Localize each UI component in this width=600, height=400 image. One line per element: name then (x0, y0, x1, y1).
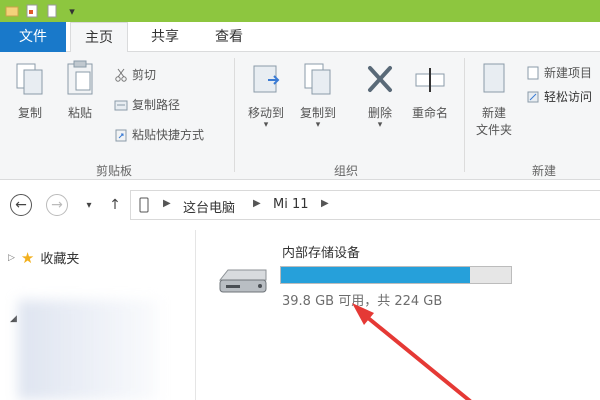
delete-icon (364, 58, 396, 98)
expand-arrow-icon[interactable]: ◢ (10, 314, 17, 324)
tab-home[interactable]: 主页 (70, 22, 128, 53)
easy-access-button[interactable]: 轻松访问 (526, 88, 592, 105)
organize-group-label: 组织 (334, 164, 359, 178)
quick-access-toolbar: ▾ (4, 0, 80, 22)
recent-locations-button[interactable]: ▾ (78, 194, 100, 216)
copy-path-icon (114, 98, 128, 112)
blurred-nav-items (18, 300, 158, 400)
clipboard-group-label: 剪贴板 (96, 164, 133, 178)
breadcrumb-device[interactable]: Mi 11 (273, 197, 309, 212)
delete-button[interactable]: 删除 ▾ (358, 58, 402, 130)
rename-label: 重命名 (411, 106, 448, 120)
navigation-pane: ▷ ★ 收藏夹 ◢ (0, 230, 196, 400)
new-folder-icon (478, 58, 510, 98)
easy-access-icon (526, 90, 540, 104)
tab-file[interactable]: 文件 (0, 22, 66, 52)
scissors-icon (114, 68, 128, 82)
delete-label: 删除 (367, 106, 392, 120)
move-to-label: 移动到 (247, 106, 284, 120)
storage-progress-fill (281, 267, 471, 283)
tab-share[interactable]: 共享 (140, 22, 190, 52)
copy-to-button[interactable]: 复制到 ▾ (296, 58, 340, 130)
copy-button[interactable]: 复制 (8, 58, 52, 121)
copy-to-dropdown-icon: ▾ (315, 120, 321, 130)
title-bar: ▾ (0, 0, 600, 22)
drive-icon (216, 266, 270, 303)
drive-name: 内部存储设备 (282, 246, 361, 261)
paste-label: 粘贴 (67, 106, 92, 120)
forward-button[interactable]: → (46, 194, 68, 216)
new-folder-label-line2: 文件夹 (475, 123, 512, 137)
expand-arrow-icon[interactable]: ▷ (8, 253, 15, 263)
paste-button[interactable]: 粘贴 (58, 58, 102, 121)
new-folder-icon[interactable] (44, 2, 60, 20)
breadcrumb-this-pc[interactable]: 这台电脑 (183, 197, 235, 216)
delete-dropdown-icon: ▾ (377, 120, 383, 130)
customize-dropdown-icon[interactable]: ▾ (64, 2, 80, 20)
rename-icon (414, 58, 446, 98)
phone-icon (139, 197, 149, 216)
move-to-button[interactable]: 移动到 ▾ (244, 58, 288, 130)
red-arrow-annotation (352, 303, 472, 400)
back-button[interactable]: ← (10, 194, 32, 216)
paste-shortcut-icon (114, 128, 128, 142)
copy-to-label: 复制到 (299, 106, 336, 120)
group-divider (464, 58, 465, 172)
rename-button[interactable]: 重命名 (408, 58, 452, 121)
up-button[interactable]: ↑ (104, 194, 126, 216)
copy-to-icon (302, 58, 334, 98)
new-group-label: 新建 (532, 164, 557, 178)
back-arrow-icon: ← (15, 197, 27, 213)
forward-arrow-icon: → (51, 197, 63, 213)
new-item-button[interactable]: 新建项目 (526, 64, 592, 81)
new-item-label: 新建项目 (544, 66, 593, 80)
favorites-label: 收藏夹 (40, 252, 80, 267)
group-divider (234, 58, 235, 172)
ribbon-home: 复制 粘贴 剪切 复制路径 粘贴快捷方式 剪贴板 移动到 ▾ 复制到 ▾ 删除 … (0, 52, 600, 180)
new-folder-label-line1: 新建 (481, 106, 506, 120)
up-arrow-icon: ↑ (109, 197, 121, 213)
breadcrumb-separator-icon[interactable]: ▶ (253, 198, 261, 209)
star-icon: ★ (20, 248, 35, 267)
copy-path-button[interactable]: 复制路径 (114, 96, 180, 113)
storage-progress-bar (280, 266, 512, 284)
copy-path-label: 复制路径 (132, 98, 181, 112)
breadcrumb-separator-icon[interactable]: ▶ (163, 198, 171, 209)
cut-label: 剪切 (132, 68, 157, 82)
folder-icon[interactable] (4, 2, 20, 20)
copy-label: 复制 (17, 106, 42, 120)
nav-item-favorites[interactable]: ▷ ★ 收藏夹 (8, 248, 80, 268)
copy-icon (14, 58, 46, 98)
breadcrumb-separator-icon[interactable]: ▶ (321, 198, 329, 209)
new-folder-button[interactable]: 新建 文件夹 (470, 58, 518, 138)
easy-access-label: 轻松访问 (544, 90, 593, 104)
paste-shortcut-button[interactable]: 粘贴快捷方式 (114, 126, 204, 143)
move-to-icon (250, 58, 282, 98)
properties-icon[interactable] (24, 2, 40, 20)
cut-button[interactable]: 剪切 (114, 66, 156, 83)
ribbon-tabs: 文件 主页 共享 查看 (0, 22, 600, 53)
chevron-down-icon: ▾ (86, 199, 92, 211)
paste-icon (64, 58, 96, 98)
tab-view[interactable]: 查看 (204, 22, 254, 52)
breadcrumb[interactable]: ▶ 这台电脑 ▶ Mi 11 ▶ (130, 190, 600, 220)
move-to-dropdown-icon: ▾ (263, 120, 269, 130)
paste-shortcut-label: 粘贴快捷方式 (132, 128, 205, 142)
address-bar: ← → ▾ ↑ ▶ 这台电脑 ▶ Mi 11 ▶ (0, 190, 600, 220)
new-item-icon (526, 66, 540, 80)
